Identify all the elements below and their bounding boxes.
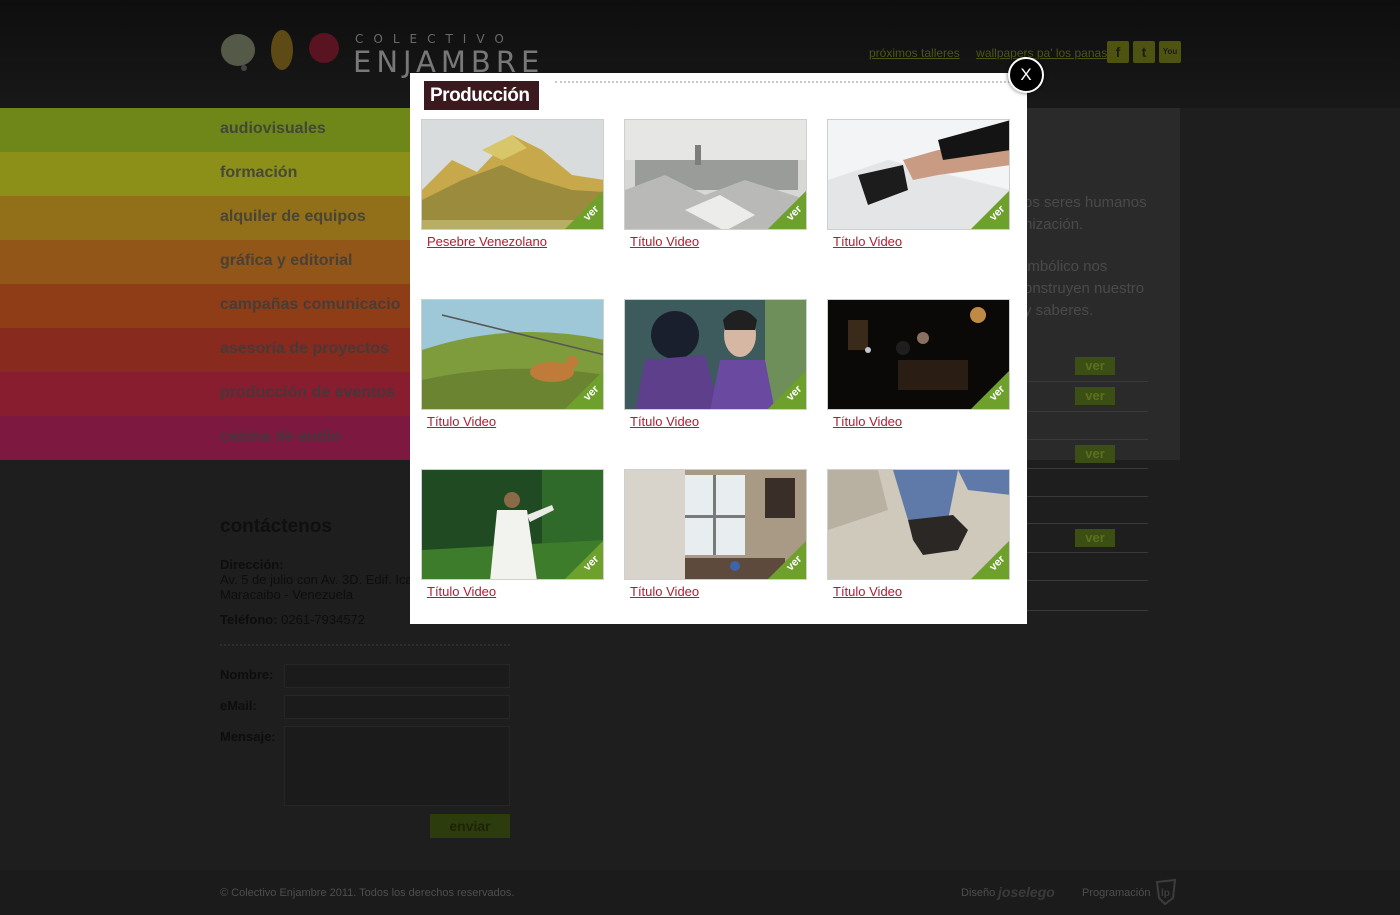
email-label: eMail: (220, 698, 257, 713)
content-text-line: os seres humanos (1024, 194, 1147, 211)
contact-title: contáctenos (220, 516, 332, 537)
modal-title: Producción (424, 81, 539, 110)
video-thumbnail[interactable]: ver (624, 299, 807, 410)
video-title-link[interactable]: Pesebre Venezolano (427, 234, 547, 249)
link-wallpapers[interactable]: wallpapers pa' los panas (976, 46, 1107, 60)
address-line1: Av. 5 de julio con Av. 3D. Edif. Ica (220, 572, 413, 587)
ver-button[interactable]: ver (1075, 387, 1115, 405)
ver-badge-icon: ver (768, 541, 806, 579)
svg-text:lp: lp (1161, 888, 1170, 899)
ver-badge-icon: ver (565, 191, 603, 229)
message-field[interactable] (284, 726, 510, 806)
content-text-line: onstruyen nuestro (1024, 280, 1145, 297)
ver-button[interactable]: ver (1075, 529, 1115, 547)
menu-item-label: producción de eventos (220, 384, 396, 401)
ver-badge-icon: ver (768, 191, 806, 229)
address-label: Dirección: (220, 557, 284, 572)
video-thumbnail[interactable]: ver (624, 119, 807, 230)
divider (1024, 610, 1148, 611)
divider (1024, 523, 1148, 524)
video-thumbnail[interactable]: ver (827, 119, 1010, 230)
name-field[interactable] (284, 664, 510, 688)
divider (1024, 468, 1148, 469)
programming-label: Programación (1082, 887, 1151, 899)
facebook-icon[interactable]: f (1107, 41, 1129, 63)
menu-item-label: audiovisuales (220, 120, 326, 137)
youtube-icon[interactable]: You (1159, 41, 1181, 63)
video-title-link[interactable]: Título Video (833, 234, 902, 249)
menu-item-label: campañas comunicacio (220, 296, 401, 313)
menu-item-label: cabina de audio (220, 428, 341, 445)
twitter-icon[interactable]: t (1133, 41, 1155, 63)
site-footer (0, 870, 1400, 915)
ver-badge-icon: ver (971, 371, 1009, 409)
menu-item-label: asesoría de proyectos (220, 340, 389, 357)
divider (1024, 580, 1148, 581)
video-thumbnail[interactable]: ver (624, 469, 807, 580)
video-thumbnail[interactable]: ver (827, 299, 1010, 410)
video-title-link[interactable]: Título Video (630, 584, 699, 599)
link-proximos-talleres[interactable]: próximos talleres (869, 46, 960, 60)
address-line2: Maracaibo - Venezuela (220, 587, 353, 602)
ver-badge-icon: ver (971, 191, 1009, 229)
top-links: próximos talleres wallpapers pa' los pan… (869, 44, 1119, 62)
ver-badge-icon: ver (971, 541, 1009, 579)
phone-row: Teléfono: 0261-7934572 (220, 612, 365, 627)
ver-button[interactable]: ver (1075, 445, 1115, 463)
divider (1024, 496, 1148, 497)
name-label: Nombre: (220, 667, 274, 682)
video-title-link[interactable]: Título Video (833, 414, 902, 429)
designer-logo[interactable]: joselego (998, 884, 1055, 900)
logo-text-line1: COLECTIVO (355, 32, 514, 46)
ver-badge-icon: ver (768, 371, 806, 409)
divider (1024, 381, 1148, 382)
video-thumbnail[interactable]: ver (421, 299, 604, 410)
email-field[interactable] (284, 695, 510, 719)
phone-label: Teléfono: (220, 612, 278, 627)
video-title-link[interactable]: Título Video (427, 414, 496, 429)
video-title-link[interactable]: Título Video (833, 584, 902, 599)
ver-button[interactable]: ver (1075, 357, 1115, 375)
video-thumbnail[interactable]: ver (421, 119, 604, 230)
video-thumbnail[interactable]: ver (827, 469, 1010, 580)
design-label: Diseño (961, 887, 996, 899)
ver-badge-icon: ver (565, 371, 603, 409)
close-button[interactable]: X (1008, 57, 1044, 93)
site-logo[interactable]: COLECTIVO ENJAMBRE (220, 28, 539, 79)
content-text-line: y saberes. (1024, 302, 1094, 319)
content-text-line: imbólico nos (1024, 258, 1108, 275)
video-title-link[interactable]: Título Video (630, 414, 699, 429)
programmer-logo-icon[interactable]: lp (1153, 878, 1179, 906)
copyright: © Colectivo Enjambre 2011. Todos los der… (220, 887, 515, 899)
send-button[interactable]: enviar (430, 814, 510, 838)
menu-item-label: alquiler de equipos (220, 208, 366, 225)
divider (1024, 439, 1148, 440)
video-thumbnail[interactable]: ver (421, 469, 604, 580)
divider (1024, 411, 1148, 412)
phone-value: 0261-7934572 (281, 612, 366, 627)
content-text-line: nización. (1024, 216, 1084, 233)
divider (555, 81, 1010, 83)
message-label: Mensaje: (220, 729, 276, 744)
bee-logo-icon (221, 30, 339, 71)
video-title-link[interactable]: Título Video (427, 584, 496, 599)
divider (1024, 552, 1148, 553)
ver-badge-icon: ver (565, 541, 603, 579)
divider (220, 644, 510, 646)
video-title-link[interactable]: Título Video (630, 234, 699, 249)
menu-item-label: formación (220, 164, 298, 181)
menu-item-label: gráfica y editorial (220, 252, 353, 269)
